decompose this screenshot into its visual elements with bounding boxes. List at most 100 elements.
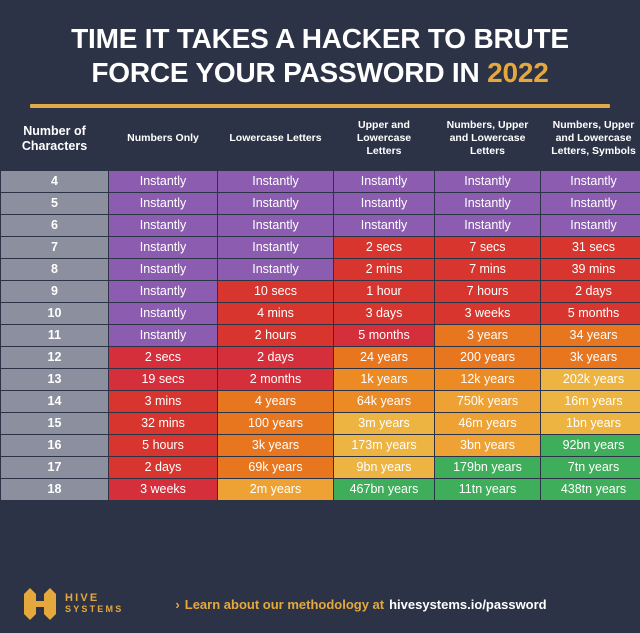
cell-crack-time: Instantly [435, 214, 540, 236]
cell-character-count: 12 [1, 346, 108, 368]
cell-crack-time: 5 hours [109, 434, 217, 456]
cell-crack-time: 2m years [218, 478, 333, 500]
cell-crack-time: Instantly [218, 258, 333, 280]
cell-crack-time: 34 years [541, 324, 640, 346]
table-row: 12 2 secs 2 days 24 years 200 years 3k years [1, 346, 640, 368]
cell-crack-time: 5 months [334, 324, 434, 346]
cell-crack-time: Instantly [218, 236, 333, 258]
cell-crack-time: 3 weeks [435, 302, 540, 324]
cell-crack-time: 31 secs [541, 236, 640, 258]
cell-character-count: 18 [1, 478, 108, 500]
table-row: 18 3 weeks 2m years 467bn years 11tn years 43… [1, 478, 640, 500]
cell-crack-time: 4 years [218, 390, 333, 412]
cell-crack-time: 11tn years [435, 478, 540, 500]
page-title-line-2-text: FORCE YOUR PASSWORD IN [91, 57, 480, 89]
page-title-line-2: FORCE YOUR PASSWORD IN 2022 [30, 56, 610, 90]
cell-crack-time: 100 years [218, 412, 333, 434]
cell-crack-time: Instantly [109, 302, 217, 324]
cell-crack-time: Instantly [218, 170, 333, 192]
cell-crack-time: 173m years [334, 434, 434, 456]
cell-crack-time: 1 hour [334, 280, 434, 302]
cell-crack-time: 9bn years [334, 456, 434, 478]
methodology-link-url: hivesystems.io/password [389, 596, 547, 612]
cell-crack-time: 12k years [435, 368, 540, 390]
infographic-page: TIME IT TAKES A HACKER TO BRUTE FORCE YO… [0, 0, 640, 633]
column-header-upper-lowercase-letters: Upper and Lowercase Letters [334, 109, 434, 170]
cell-crack-time: Instantly [109, 236, 217, 258]
cell-crack-time: 5 months [541, 302, 640, 324]
page-title: TIME IT TAKES A HACKER TO BRUTE FORCE YO… [30, 22, 610, 90]
cell-crack-time: Instantly [109, 324, 217, 346]
cell-character-count: 15 [1, 412, 108, 434]
cell-crack-time: 2 days [541, 280, 640, 302]
cell-crack-time: 467bn years [334, 478, 434, 500]
cell-crack-time: 2 mins [334, 258, 434, 280]
cell-character-count: 14 [1, 390, 108, 412]
table-row: 13 19 secs 2 months 1k years 12k years 202k y… [1, 368, 640, 390]
cell-crack-time: 3 years [435, 324, 540, 346]
cell-crack-time: Instantly [334, 170, 434, 192]
cell-crack-time: 92bn years [541, 434, 640, 456]
page-title-year: 2022 [487, 57, 549, 89]
cell-crack-time: 19 secs [109, 368, 217, 390]
cell-crack-time: 16m years [541, 390, 640, 412]
cell-crack-time: 3 mins [109, 390, 217, 412]
cell-crack-time: 200 years [435, 346, 540, 368]
cell-crack-time: Instantly [109, 214, 217, 236]
cell-character-count: 8 [1, 258, 108, 280]
methodology-link[interactable]: › Learn about our methodology at hivesys… [175, 597, 546, 612]
cell-character-count: 17 [1, 456, 108, 478]
cell-character-count: 5 [1, 192, 108, 214]
cell-crack-time: 3m years [334, 412, 434, 434]
cell-character-count: 11 [1, 324, 108, 346]
column-header-numbers-only: Numbers Only [109, 109, 217, 170]
cell-crack-time: Instantly [109, 258, 217, 280]
cell-crack-time: 4 mins [218, 302, 333, 324]
cell-crack-time: 2 secs [334, 236, 434, 258]
cell-character-count: 4 [1, 170, 108, 192]
cell-crack-time: 3bn years [435, 434, 540, 456]
hive-systems-logo[interactable]: HIVE SYSTEMS [22, 587, 123, 621]
cell-crack-time: 7tn years [541, 456, 640, 478]
cell-crack-time: Instantly [334, 214, 434, 236]
table-row: 7 Instantly Instantly 2 secs 7 secs 31 secs [1, 236, 640, 258]
cell-crack-time: Instantly [435, 192, 540, 214]
cell-crack-time: Instantly [109, 170, 217, 192]
cell-character-count: 16 [1, 434, 108, 456]
cell-crack-time: 2 days [109, 456, 217, 478]
cell-crack-time: 24 years [334, 346, 434, 368]
cell-crack-time: 69k years [218, 456, 333, 478]
column-header-numbers-upper-lowercase-letters: Numbers, Upper and Lowercase Letters [435, 109, 540, 170]
cell-crack-time: 32 mins [109, 412, 217, 434]
cell-crack-time: 438tn years [541, 478, 640, 500]
cell-crack-time: 39 mins [541, 258, 640, 280]
table-row: 14 3 mins 4 years 64k years 750k years 16m ye… [1, 390, 640, 412]
table-body: 4 Instantly Instantly Instantly Instantly Ins… [1, 170, 640, 500]
table-row: 9 Instantly 10 secs 1 hour 7 hours 2 days [1, 280, 640, 302]
cell-crack-time: 7 secs [435, 236, 540, 258]
table-row: 17 2 days 69k years 9bn years 179bn years 7tn… [1, 456, 640, 478]
title-block: TIME IT TAKES A HACKER TO BRUTE FORCE YO… [0, 0, 640, 90]
cell-crack-time: Instantly [435, 170, 540, 192]
table-row: 10 Instantly 4 mins 3 days 3 weeks 5 months [1, 302, 640, 324]
cell-crack-time: 7 hours [435, 280, 540, 302]
table-row: 11 Instantly 2 hours 5 months 3 years 34 year… [1, 324, 640, 346]
table-row: 15 32 mins 100 years 3m years 46m years 1bn y… [1, 412, 640, 434]
cell-character-count: 10 [1, 302, 108, 324]
column-header-numbers-upper-lowercase-letters-symbols: Numbers, Upper and Lowercase Letters, Sy… [541, 109, 640, 170]
cell-character-count: 13 [1, 368, 108, 390]
cell-crack-time: 179bn years [435, 456, 540, 478]
footer-bar: HIVE SYSTEMS › Learn about our methodolo… [0, 575, 640, 633]
cell-crack-time: 10 secs [218, 280, 333, 302]
cell-crack-time: 46m years [435, 412, 540, 434]
cell-crack-time: 3k years [218, 434, 333, 456]
cell-crack-time: Instantly [109, 280, 217, 302]
column-header-lowercase-letters: Lowercase Letters [218, 109, 333, 170]
cell-crack-time: Instantly [109, 192, 217, 214]
cell-crack-time: 2 secs [109, 346, 217, 368]
cell-character-count: 9 [1, 280, 108, 302]
cell-crack-time: 2 days [218, 346, 333, 368]
cell-crack-time: 3 days [334, 302, 434, 324]
cell-crack-time: 64k years [334, 390, 434, 412]
cell-crack-time: Instantly [541, 170, 640, 192]
